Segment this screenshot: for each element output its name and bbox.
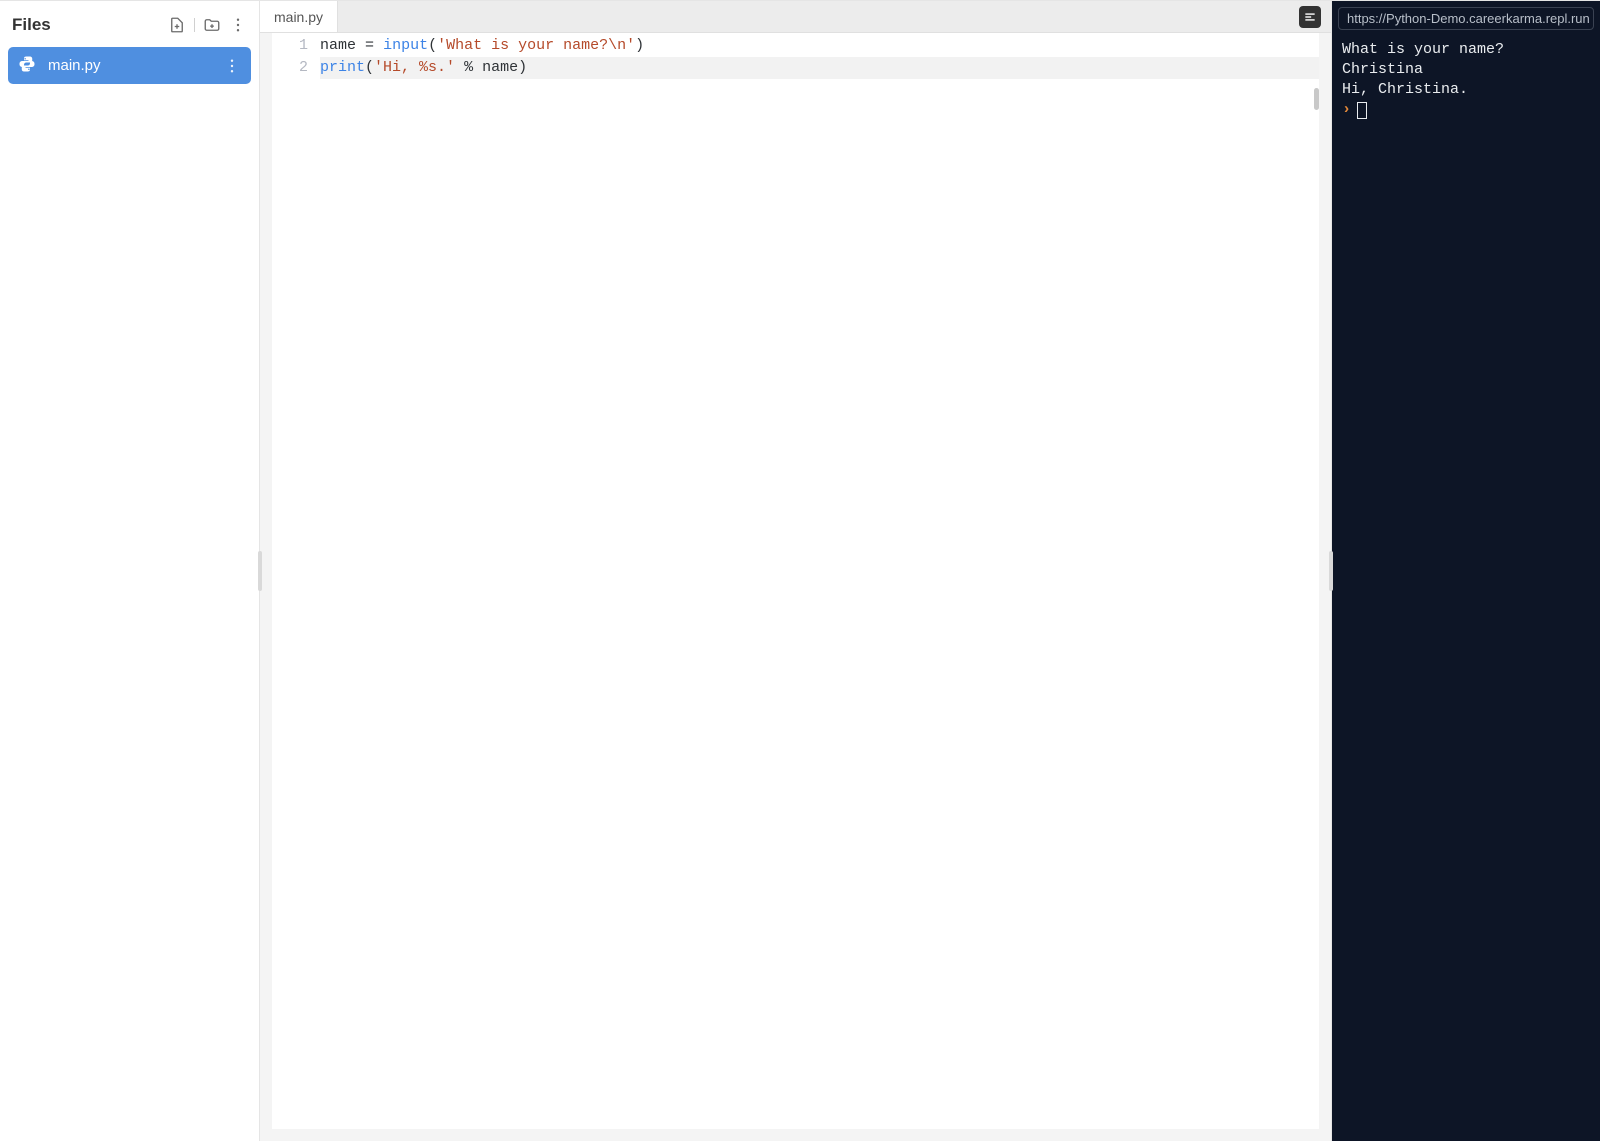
console-line: Hi, Christina. [1342,80,1590,100]
code-line[interactable]: print('Hi, %s.' % name) [320,57,1319,79]
prompt-symbol-icon: › [1342,100,1351,120]
python-icon [18,55,36,76]
new-folder-icon[interactable] [203,16,221,34]
new-file-icon[interactable] [168,16,186,34]
line-gutter: 12 [272,33,320,1129]
line-number: 1 [272,35,308,57]
sidebar-header: Files [4,7,255,45]
console-prompt[interactable]: › [1342,100,1590,120]
console-line: Christina [1342,60,1590,80]
file-list: main.py [4,47,255,84]
tabs-left: main.py [260,1,338,32]
code-line[interactable]: name = input('What is your name?\n') [320,35,1319,57]
tabs-right [1299,6,1331,28]
pane-resizer-right[interactable] [1329,551,1333,591]
code-area[interactable]: name = input('What is your name?\n')prin… [320,33,1319,1129]
sidebar-actions [168,16,247,34]
line-number: 2 [272,57,308,79]
files-title: Files [12,15,51,35]
editor-tabs: main.py [260,1,1331,33]
app-root: Files [0,0,1600,1141]
editor-pane: main.py 12 name = input('What is your na… [260,1,1332,1141]
divider [194,18,195,32]
pane-resizer-left[interactable] [258,551,262,591]
code-editor[interactable]: 12 name = input('What is your name?\n')p… [272,33,1319,1129]
file-more-icon[interactable] [223,57,241,75]
console-line: What is your name? [1342,40,1590,60]
console-output[interactable]: What is your name?ChristinaHi, Christina… [1332,34,1600,1141]
format-code-icon[interactable] [1299,6,1321,28]
console-url[interactable]: https://Python-Demo.careerkarma.repl.run [1338,7,1594,30]
cursor-icon [1357,102,1367,119]
editor-scrollbar-thumb[interactable] [1314,88,1319,110]
more-options-icon[interactable] [229,16,247,34]
tab-main-py[interactable]: main.py [260,1,338,32]
console-pane: https://Python-Demo.careerkarma.repl.run… [1332,1,1600,1141]
file-item-main-py[interactable]: main.py [8,47,251,84]
file-name: main.py [48,57,101,74]
files-sidebar: Files [0,1,260,1141]
